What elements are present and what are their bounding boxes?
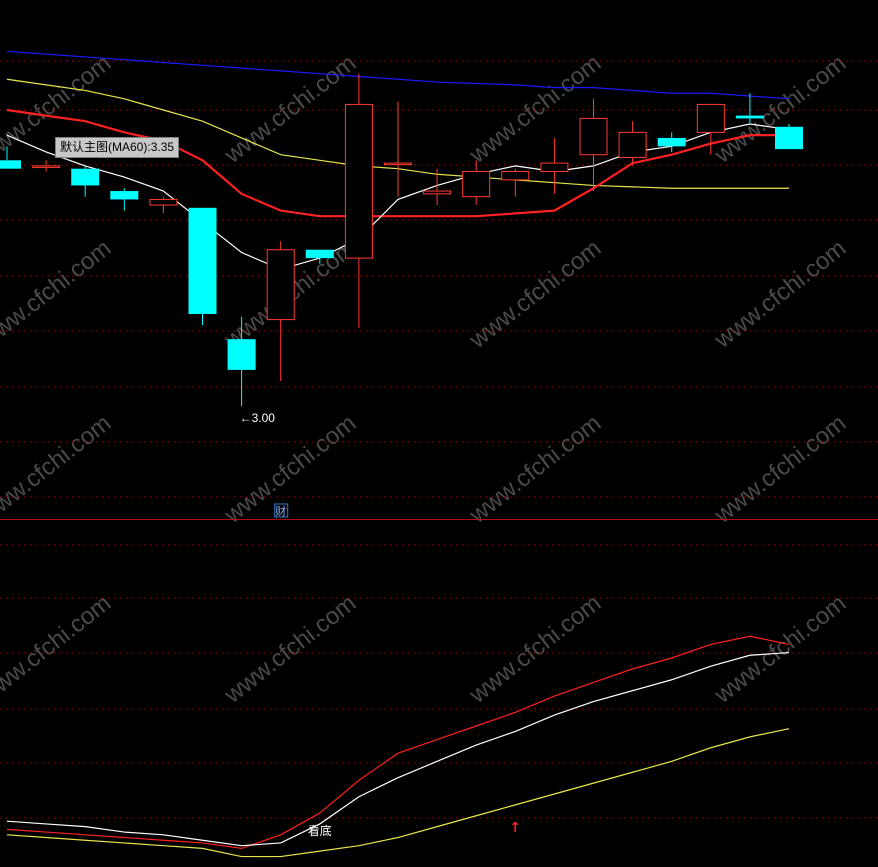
candle-body <box>227 339 256 370</box>
watermark-text: www.cfchi.com <box>0 235 116 355</box>
candle-body <box>696 103 725 133</box>
candle-body <box>618 131 647 159</box>
candle-body <box>423 190 452 195</box>
candle-body <box>579 117 608 156</box>
candle-body <box>188 207 217 315</box>
watermark-text: www.cfchi.com <box>709 590 851 710</box>
candlestick-series <box>0 73 803 407</box>
candle <box>71 165 100 197</box>
candle-body <box>501 170 530 181</box>
candle-body <box>775 126 803 150</box>
watermark-text: www.cfchi.com <box>219 410 361 530</box>
candle <box>540 137 569 194</box>
watermark-text: www.cfchi.com <box>709 50 851 170</box>
candle-body <box>305 249 334 259</box>
candle-body <box>540 162 569 172</box>
watermark-text: www.cfchi.com <box>464 410 606 530</box>
watermark-text: www.cfchi.com <box>0 410 116 530</box>
candle <box>579 98 608 192</box>
chart-canvas: www.cfchi.com www.cfchi.com www.cfchi.com w… <box>0 50 878 858</box>
candle <box>149 196 178 214</box>
indicator-lines <box>6 635 790 858</box>
indicator-line-1 <box>6 651 790 847</box>
candle <box>775 123 803 150</box>
low-price-label: ←3.00 <box>240 411 276 425</box>
candle-body <box>735 115 764 119</box>
candle-body <box>110 191 139 200</box>
candle <box>266 241 295 382</box>
up-arrow-signal: ↑ <box>509 820 521 836</box>
candle <box>501 168 530 197</box>
candle-body <box>384 162 412 166</box>
watermark-text: www.cfchi.com <box>464 235 606 355</box>
watermark-text: www.cfchi.com <box>0 590 116 710</box>
candle-body <box>71 168 100 186</box>
ma60-tooltip: 默认主图(MA60):3.35 <box>55 137 180 158</box>
tooltip-value: 3.35 <box>150 140 175 154</box>
candle-body <box>266 249 295 321</box>
candle-body <box>657 137 686 147</box>
candle <box>188 207 217 326</box>
bottom-signal-label: 看底 <box>308 823 332 838</box>
candle-body <box>462 170 491 198</box>
candle <box>32 160 61 172</box>
candle <box>618 121 647 166</box>
tooltip-label: 默认主图(MA60) <box>60 140 148 154</box>
finance-marker-label: 财 <box>275 504 286 518</box>
candle <box>462 160 491 206</box>
watermark-text: www.cfchi.com <box>709 235 851 355</box>
watermark-text: www.cfchi.com <box>219 590 361 710</box>
candle <box>657 132 686 152</box>
indicator-line-0 <box>6 635 790 850</box>
watermark-text: www.cfchi.com <box>709 410 851 530</box>
candle-body <box>0 160 21 169</box>
candle-body <box>344 103 373 259</box>
watermark-text: www.cfchi.com <box>464 590 606 710</box>
candle <box>384 101 412 197</box>
candle <box>110 188 139 211</box>
candle-body <box>32 165 61 168</box>
candle <box>344 73 373 328</box>
candle <box>423 168 452 206</box>
candle-body <box>149 198 178 206</box>
ma-line-0 <box>6 50 790 100</box>
